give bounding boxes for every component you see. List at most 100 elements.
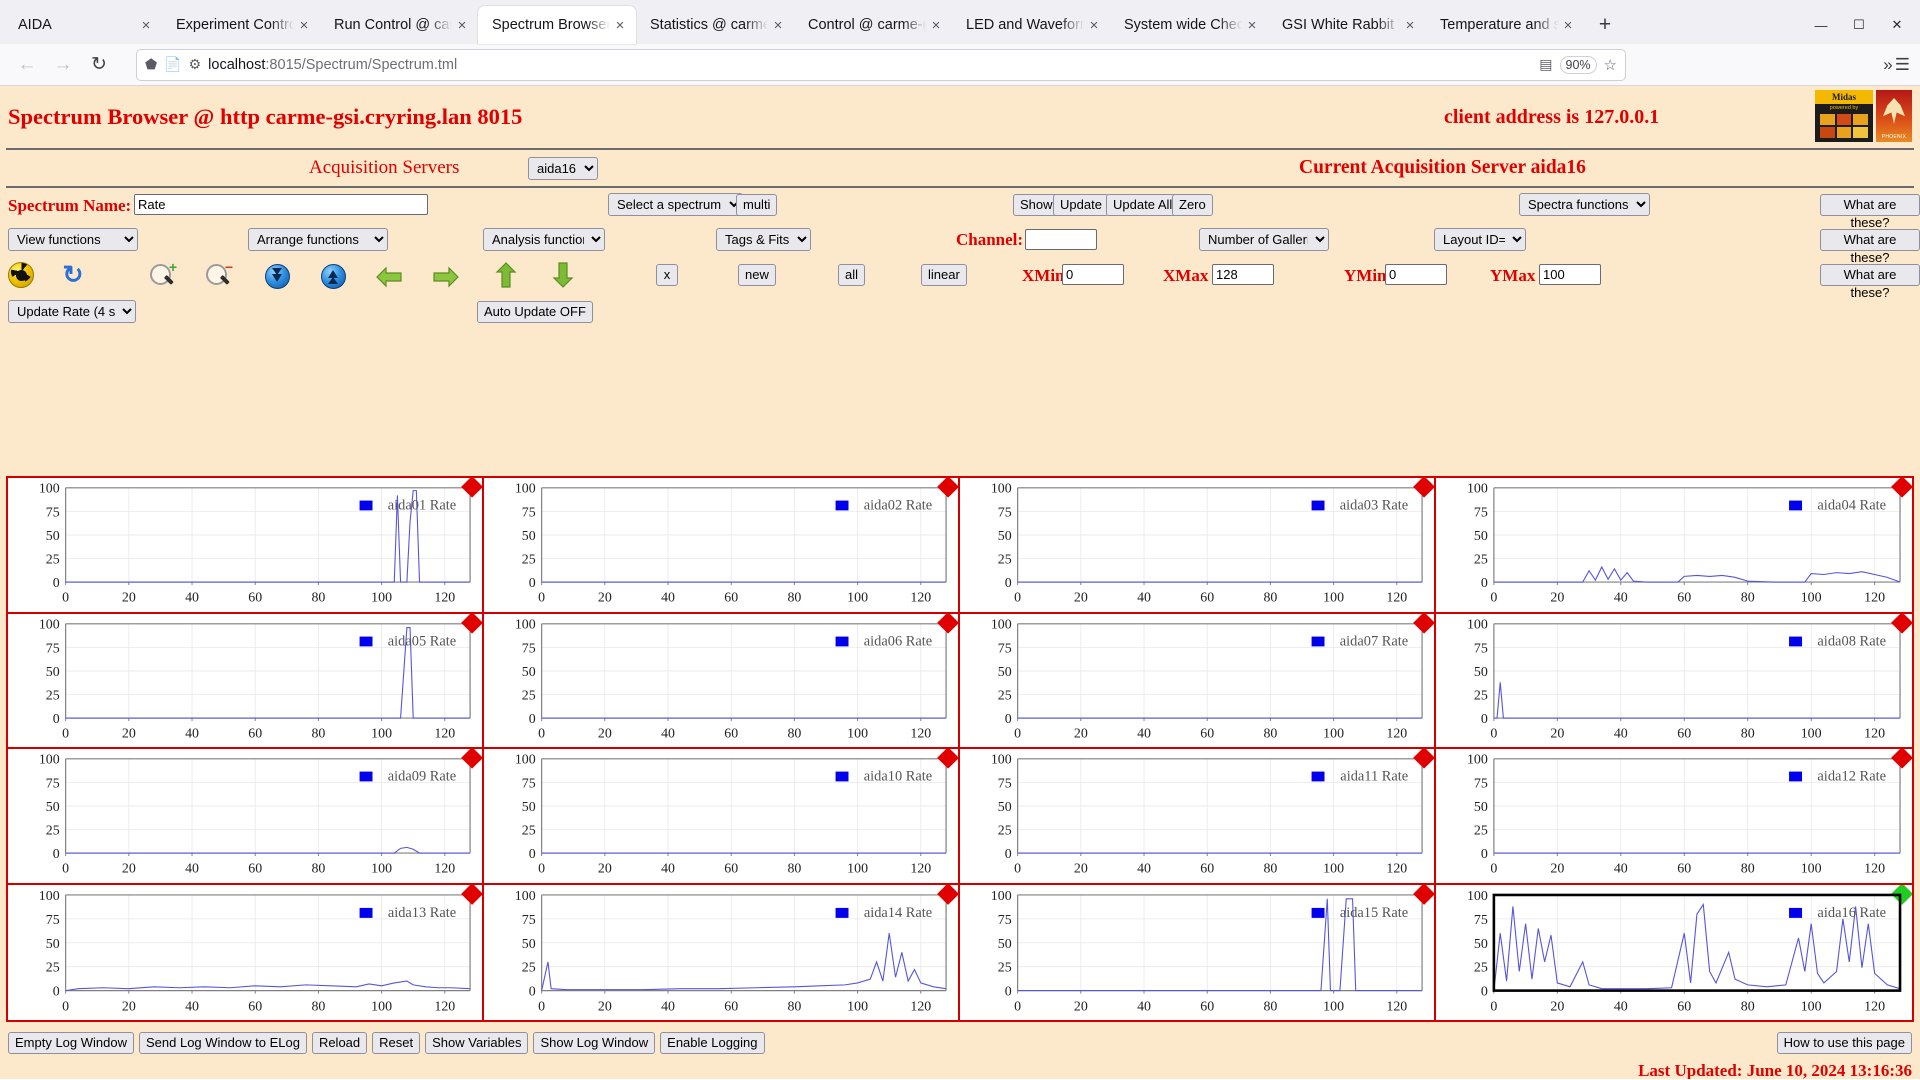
svg-text:50: 50 <box>998 528 1012 543</box>
reload-icon[interactable]: ↻ <box>82 49 116 81</box>
radioactive-icon[interactable] <box>6 260 36 290</box>
view-functions-dropdown[interactable]: View functions <box>8 228 138 251</box>
tab-close-icon[interactable]: × <box>452 15 472 35</box>
xmax-input[interactable] <box>1212 264 1274 285</box>
tags-and-fits-dropdown[interactable]: Tags & Fits <box>716 228 811 251</box>
spectrum-panel[interactable]: 0 25 50 75 100 0 20 40 60 80 100 120 aida14 Rate <box>484 884 960 1020</box>
app-menu-icon[interactable]: ☰ <box>1895 55 1910 75</box>
ymax-input[interactable] <box>1539 264 1601 285</box>
zoom-out-icon[interactable]: − <box>204 260 234 291</box>
spectrum-panel[interactable]: 0 25 50 75 100 0 20 40 60 80 100 120 aida04 Rate <box>1436 478 1912 614</box>
all-button[interactable]: all <box>838 264 866 286</box>
back-icon[interactable]: ← <box>10 49 44 81</box>
tab-close-icon[interactable]: × <box>1558 15 1578 35</box>
close-window-button[interactable]: ✕ <box>1878 8 1916 42</box>
arrow-right-icon[interactable] <box>431 262 461 292</box>
forward-icon[interactable]: → <box>46 49 80 81</box>
bookmark-star-icon[interactable]: ☆ <box>1604 56 1617 74</box>
arrow-up-icon[interactable] <box>491 260 521 290</box>
multi-button[interactable]: multi <box>736 194 778 216</box>
reload-button[interactable]: Reload <box>311 1032 368 1054</box>
send-log-to-elog-button[interactable]: Send Log Window to ELog <box>139 1032 307 1054</box>
update-button[interactable]: Update <box>1053 194 1109 216</box>
browser-tab[interactable]: Temperature and st × <box>1426 6 1584 44</box>
browser-tab[interactable]: Spectrum Browser × <box>478 6 636 44</box>
minimize-button[interactable]: — <box>1802 8 1840 42</box>
layout-id-dropdown[interactable]: Layout ID=1 <box>1434 228 1526 251</box>
collapse-up-icon[interactable] <box>318 261 348 291</box>
arrow-down-icon[interactable] <box>548 260 578 290</box>
number-of-galleries-dropdown[interactable]: Number of Galleries <box>1199 228 1329 251</box>
update-rate-dropdown[interactable]: Update Rate (4 secs) <box>8 300 136 323</box>
zero-button[interactable]: Zero <box>1172 194 1213 216</box>
x-button[interactable]: x <box>656 264 678 286</box>
maximize-button[interactable]: ☐ <box>1840 8 1878 42</box>
show-variables-button[interactable]: Show Variables <box>425 1032 529 1054</box>
spectrum-panel[interactable]: 0 25 50 75 100 0 20 40 60 80 100 120 aida08 Rate <box>1436 613 1912 749</box>
spectrum-panel[interactable]: 0 25 50 75 100 0 20 40 60 80 100 120 aida06 Rate <box>484 613 960 749</box>
auto-update-button[interactable]: Auto Update OFF <box>477 301 593 323</box>
zoom-level-badge[interactable]: 90% <box>1559 55 1597 74</box>
browser-tab[interactable]: Experiment Control × <box>162 6 320 44</box>
spectrum-panel[interactable]: 0 25 50 75 100 0 20 40 60 80 100 120 aida02 Rate <box>484 478 960 614</box>
select-spectrum-dropdown[interactable]: Select a spectrum <box>608 193 743 216</box>
spectrum-panel[interactable]: 0 25 50 75 100 0 20 40 60 80 100 120 aida05 Rate <box>8 613 484 749</box>
tab-close-icon[interactable]: × <box>1242 15 1262 35</box>
channel-input[interactable] <box>1025 229 1097 250</box>
spectrum-panel[interactable]: 0 25 50 75 100 0 20 40 60 80 100 120 aida03 Rate <box>960 478 1436 614</box>
footer-button-bar: Empty Log Window Send Log Window to ELog… <box>0 1028 1920 1058</box>
spectra-functions-dropdown[interactable]: Spectra functions <box>1519 193 1650 216</box>
arrow-left-icon[interactable] <box>374 262 404 292</box>
spectrum-panel[interactable]: 0 25 50 75 100 0 20 40 60 80 100 120 aida13 Rate <box>8 884 484 1020</box>
browser-tab[interactable]: System wide Check × <box>1110 6 1268 44</box>
update-all-button[interactable]: Update All <box>1106 194 1180 216</box>
tab-close-icon[interactable]: × <box>610 15 630 35</box>
what-are-these-button-2[interactable]: What are these? <box>1820 229 1920 265</box>
spectrum-panel[interactable]: 0 25 50 75 100 0 20 40 60 80 100 120 aida01 Rate <box>8 478 484 614</box>
tab-close-icon[interactable]: × <box>294 15 314 35</box>
what-are-these-button-1[interactable]: What are these? <box>1820 194 1920 230</box>
tab-close-icon[interactable]: × <box>1400 15 1420 35</box>
browser-tab[interactable]: Run Control @ carme× <box>320 6 478 44</box>
new-tab-button[interactable]: + <box>1588 8 1622 42</box>
empty-log-window-button[interactable]: Empty Log Window <box>8 1032 134 1054</box>
browser-tab[interactable]: GSI White Rabbit Ti × <box>1268 6 1426 44</box>
spectrum-panel[interactable]: 0 25 50 75 100 0 20 40 60 80 100 120 aida12 Rate <box>1436 749 1912 885</box>
arrange-functions-dropdown[interactable]: Arrange functions <box>248 228 388 251</box>
new-button[interactable]: new <box>738 264 776 286</box>
browser-tab[interactable]: Statistics @ carme × <box>636 6 794 44</box>
spectrum-panel[interactable]: 0 25 50 75 100 0 20 40 60 80 100 120 aida10 Rate <box>484 749 960 885</box>
overflow-menu-icon[interactable]: » <box>1883 55 1892 75</box>
spectrum-panel[interactable]: 0 25 50 75 100 0 20 40 60 80 100 120 aida11 Rate <box>960 749 1436 885</box>
spectrum-name-input[interactable] <box>134 194 428 215</box>
tab-close-icon[interactable]: × <box>136 15 156 35</box>
zoom-in-icon[interactable]: + <box>148 260 178 291</box>
reset-button[interactable]: Reset <box>372 1032 421 1054</box>
tab-close-icon[interactable]: × <box>1084 15 1104 35</box>
analysis-functions-dropdown[interactable]: Analysis functions <box>483 228 605 251</box>
spectrum-panel[interactable]: 0 25 50 75 100 0 20 40 60 80 100 120 aida15 Rate <box>960 884 1436 1020</box>
how-to-use-button[interactable]: How to use this page <box>1776 1032 1912 1054</box>
refresh-icon[interactable]: ↻ <box>58 260 88 290</box>
enable-logging-button[interactable]: Enable Logging <box>660 1032 765 1054</box>
acquisition-server-select[interactable]: aida16 <box>528 156 598 180</box>
xmin-input[interactable] <box>1062 264 1124 285</box>
spectrum-panel[interactable]: 0 25 50 75 100 0 20 40 60 80 100 120 aida09 Rate <box>8 749 484 885</box>
svg-text:75: 75 <box>1474 912 1488 927</box>
show-log-window-button[interactable]: Show Log Window <box>533 1032 656 1054</box>
url-bar[interactable]: ⬟ 📄 ⚙ localhost:8015/Spectrum/Spectrum.t… <box>136 48 1626 81</box>
browser-tab[interactable]: LED and Waveform × <box>952 6 1110 44</box>
svg-text:60: 60 <box>248 999 262 1014</box>
tab-close-icon[interactable]: × <box>768 15 788 35</box>
browser-tab[interactable]: AIDA × <box>4 6 162 44</box>
expand-down-icon[interactable] <box>262 261 292 291</box>
spectrum-panel[interactable]: 0 25 50 75 100 0 20 40 60 80 100 120 aida16 Rate <box>1436 884 1912 1020</box>
spectrum-panel[interactable]: 0 25 50 75 100 0 20 40 60 80 100 120 aida07 Rate <box>960 613 1436 749</box>
svg-text:100: 100 <box>991 481 1012 496</box>
browser-tab[interactable]: Control @ carme-g × <box>794 6 952 44</box>
reader-view-icon[interactable]: ▤ <box>1539 56 1552 73</box>
tab-close-icon[interactable]: × <box>926 15 946 35</box>
what-are-these-button-3[interactable]: What are these? <box>1820 264 1920 300</box>
linear-button[interactable]: linear <box>921 264 967 286</box>
ymin-input[interactable] <box>1385 264 1447 285</box>
